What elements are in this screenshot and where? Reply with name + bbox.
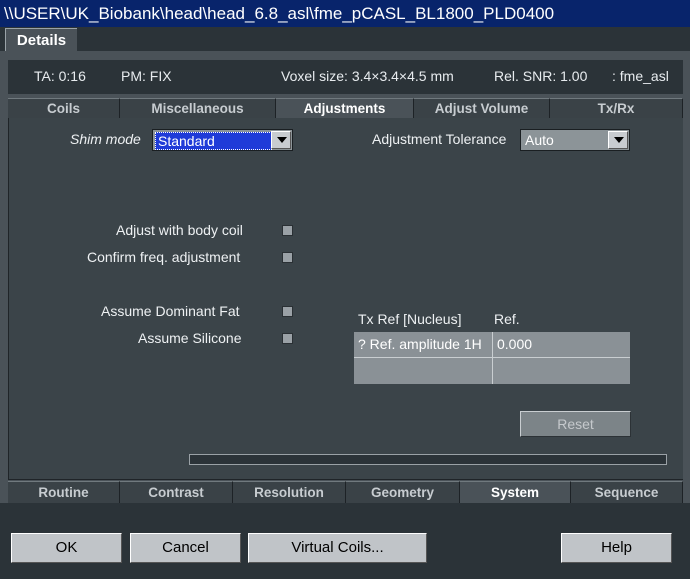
tab-details[interactable]: Details [5,28,77,52]
ok-button[interactable]: OK [11,533,122,563]
help-button[interactable]: Help [561,533,672,563]
chevron-down-icon[interactable] [608,131,628,149]
sequence-readout: : fme_asl [612,68,669,84]
confirm-freq-checkbox[interactable] [282,252,293,263]
silicone-checkbox[interactable] [282,333,293,344]
tx-table-header: Tx Ref [Nucleus] Ref. [358,311,630,329]
virtual-coils-button[interactable]: Virtual Coils... [248,533,427,563]
shim-mode-dropdown[interactable]: Standard [152,129,293,151]
adjustment-tolerance-label: Adjustment Tolerance [372,131,507,147]
ta-readout: TA: 0:16 [34,68,86,84]
ref-header: Ref. [494,311,520,327]
table-cell-nucleus[interactable]: ? Ref. amplitude 1H [354,332,492,356]
window-title: \\USER\UK_Biobank\head\head_6.8_asl\fme_… [0,0,690,27]
reset-button[interactable]: Reset [520,411,631,437]
dominant-fat-checkbox[interactable] [282,306,293,317]
tab-adjust-volume[interactable]: Adjust Volume [414,98,550,118]
tab-contrast[interactable]: Contrast [120,481,233,503]
adjust-body-coil-checkbox[interactable] [282,225,293,236]
table-cell-ref[interactable]: 0.000 [493,332,630,356]
tab-geometry[interactable]: Geometry [346,481,460,503]
top-tab-strip [0,27,690,51]
silicone-label: Assume Silicone [138,330,242,346]
tab-txrx[interactable]: Tx/Rx [550,98,683,118]
voxel-size-readout: Voxel size: 3.4×3.4×4.5 mm [281,68,454,84]
snr-readout: Rel. SNR: 1.00 [494,68,588,84]
adjust-body-coil-label: Adjust with body coil [116,222,243,238]
adjustment-tolerance-dropdown[interactable]: Auto [520,129,630,151]
tab-sequence[interactable]: Sequence [571,481,683,503]
tab-miscellaneous[interactable]: Miscellaneous [120,98,276,118]
shim-mode-value: Standard [155,132,272,150]
confirm-freq-label: Confirm freq. adjustment [87,249,241,265]
tx-ref-table[interactable]: ? Ref. amplitude 1H 0.000 [354,332,630,384]
pm-readout: PM: FIX [121,68,172,84]
tab-resolution[interactable]: Resolution [233,481,346,503]
progress-bar [189,454,667,465]
tab-adjustments[interactable]: Adjustments [276,98,414,118]
tab-coils[interactable]: Coils [8,98,120,118]
chevron-down-icon[interactable] [271,131,291,149]
tab-routine[interactable]: Routine [8,481,120,503]
cancel-button[interactable]: Cancel [130,533,241,563]
shim-mode-label: Shim mode [70,131,141,147]
info-bar: TA: 0:16 PM: FIX Voxel size: 3.4×3.4×4.5… [8,60,683,94]
dominant-fat-label: Assume Dominant Fat [101,303,240,319]
adjustment-tolerance-value: Auto [525,132,554,148]
tx-ref-header: Tx Ref [Nucleus] [358,311,462,327]
tab-system[interactable]: System [460,481,571,503]
